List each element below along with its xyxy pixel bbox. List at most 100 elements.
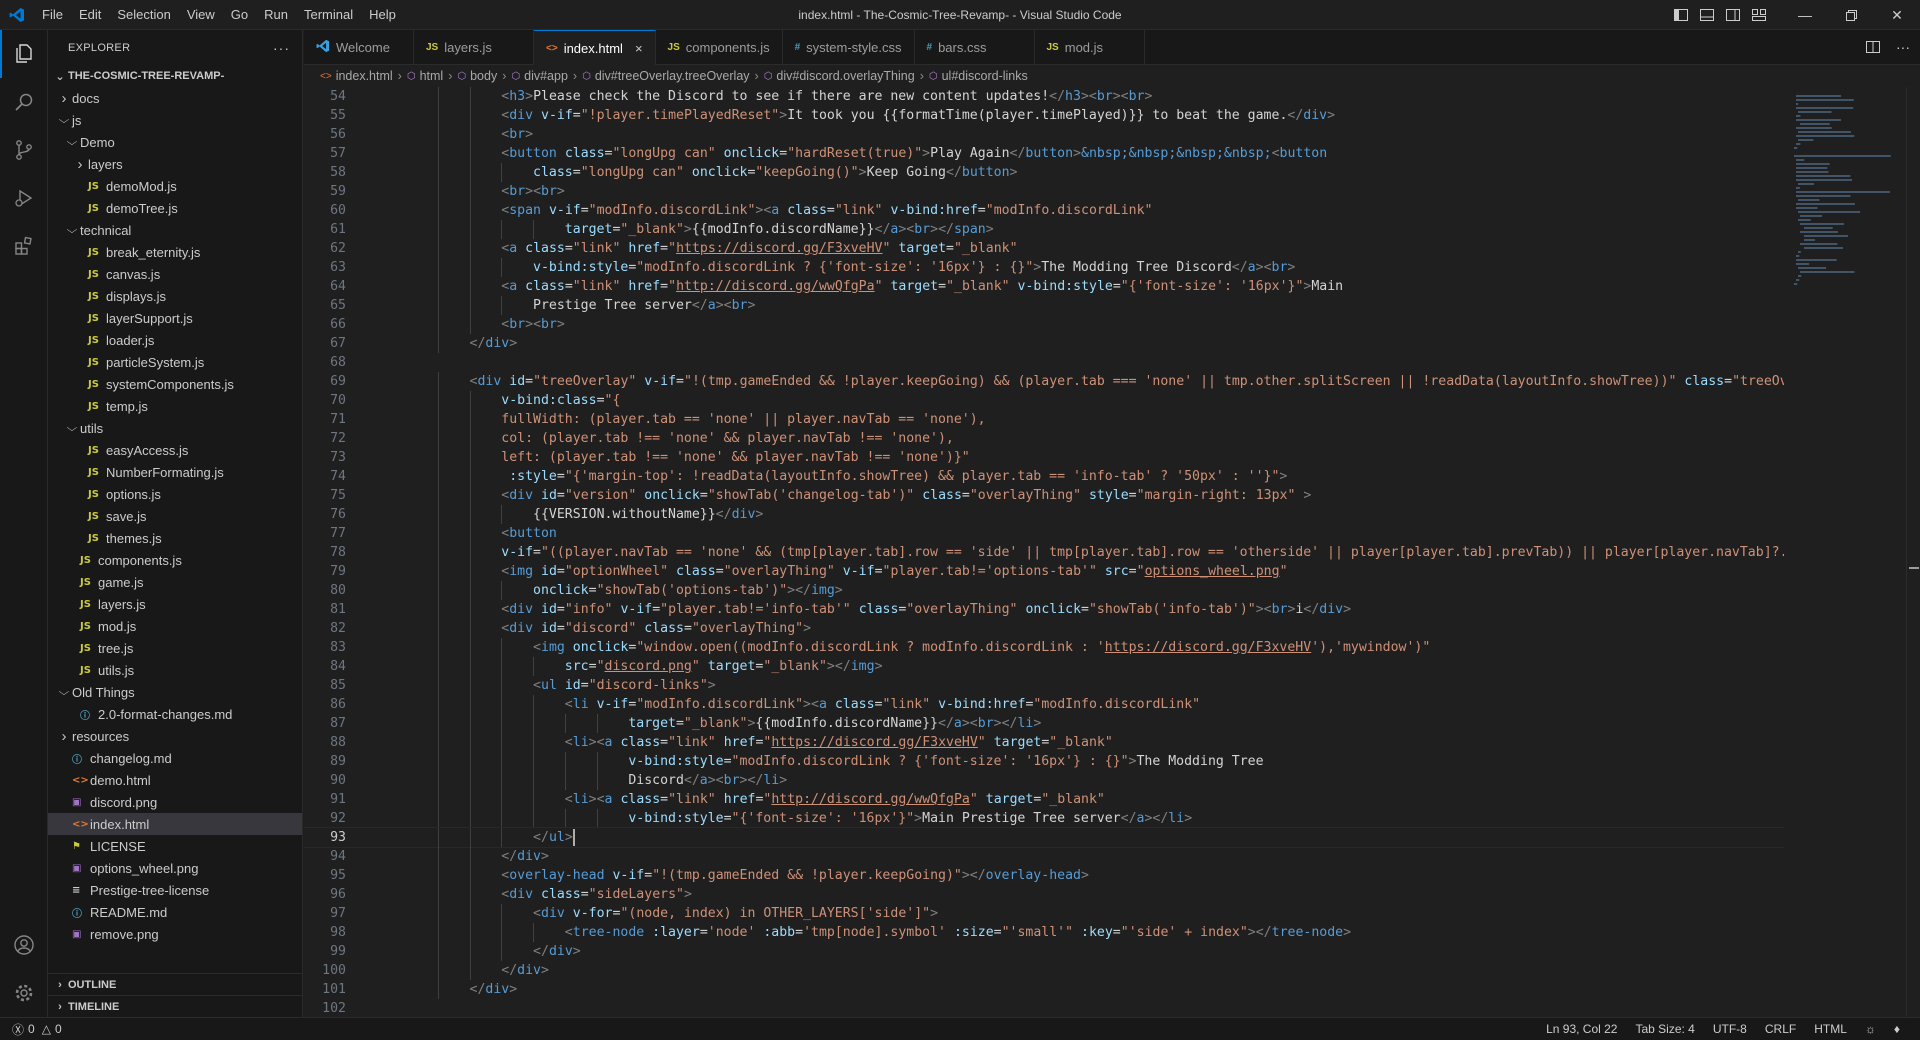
code-line[interactable]: 90 Discord</a><br></li> [304,771,1784,790]
menu-edit[interactable]: Edit [71,0,109,30]
cursor-position[interactable]: Ln 93, Col 22 [1546,1022,1617,1036]
code-line[interactable]: 88 <li><a class="link" href="https://dis… [304,733,1784,752]
notifications-bell-icon[interactable]: ♦ [1894,1022,1900,1036]
menu-view[interactable]: View [179,0,223,30]
code-line[interactable]: 93 </ul> [304,827,1784,848]
problems-indicator[interactable]: Ⓧ 0 △ 0 [0,1021,62,1038]
file-item[interactable]: JS game.js [48,571,302,593]
code-line[interactable]: 99 </div> [304,942,1784,961]
code-line[interactable]: 60 <span v-if="modInfo.discordLink"><a c… [304,201,1784,220]
code-line[interactable]: 77 <button [304,524,1784,543]
folder-item[interactable]: ⌵ technical [48,219,302,241]
close-window-button[interactable]: ✕ [1874,0,1920,30]
folder-item[interactable]: ⌵ js [48,109,302,131]
code-line[interactable]: 84 src="discord.png" target="_blank"></i… [304,657,1784,676]
file-item[interactable]: ▣ remove.png [48,923,302,945]
menu-selection[interactable]: Selection [109,0,178,30]
file-item[interactable]: JS options.js [48,483,302,505]
explorer-more-actions-icon[interactable]: ··· [273,40,290,56]
search-icon[interactable] [0,78,48,126]
breadcrumb-item[interactable]: ⬡ html [407,69,443,83]
accounts-icon[interactable] [0,921,48,969]
file-item[interactable]: JS break_eternity.js [48,241,302,263]
file-item[interactable]: JS themes.js [48,527,302,549]
tab-index-html[interactable]: <> index.html × [534,30,656,65]
file-item[interactable]: <> demo.html [48,769,302,791]
code-line[interactable]: 82 <div id="discord" class="overlayThing… [304,619,1784,638]
breadcrumb-item[interactable]: ⬡ ul#discord-links [929,69,1028,83]
file-item[interactable]: <> index.html [48,813,302,835]
code-line[interactable]: 97 <div v-for="(node, index) in OTHER_LA… [304,904,1784,923]
close-tab-icon[interactable]: × [635,41,643,56]
file-item[interactable]: JS loader.js [48,329,302,351]
folder-item[interactable]: ⌵ utils [48,417,302,439]
code-line[interactable]: 57 <button class="longUpg can" onclick="… [304,144,1784,163]
explorer-icon[interactable] [0,30,48,78]
outline-section[interactable]: › OUTLINE [48,973,303,995]
manage-gear-icon[interactable] [0,969,48,1017]
file-item[interactable]: ≡ Prestige-tree-license [48,879,302,901]
menu-run[interactable]: Run [256,0,296,30]
end-of-line[interactable]: CRLF [1765,1022,1796,1036]
menu-help[interactable]: Help [361,0,404,30]
menu-terminal[interactable]: Terminal [296,0,361,30]
code-line[interactable]: 74 :style="{'margin-top': !readData(layo… [304,467,1784,486]
file-item[interactable]: JS save.js [48,505,302,527]
menu-go[interactable]: Go [223,0,256,30]
code-line[interactable]: 66 <br><br> [304,315,1784,334]
file-item[interactable]: JS temp.js [48,395,302,417]
code-line[interactable]: 100 </div> [304,961,1784,980]
timeline-section[interactable]: › TIMELINE [48,995,303,1017]
file-item[interactable]: JS mod.js [48,615,302,637]
code-line[interactable]: 102 [304,999,1784,1017]
code-line[interactable]: 63 v-bind:style="modInfo.discordLink ? {… [304,258,1784,277]
file-item[interactable]: JS displays.js [48,285,302,307]
toggle-primary-sidebar-icon[interactable] [1668,0,1694,30]
folder-item[interactable]: › docs [48,87,302,109]
file-item[interactable]: JS tree.js [48,637,302,659]
file-item[interactable]: JS NumberFormating.js [48,461,302,483]
tab-welcome[interactable]: Welcome [304,30,414,65]
breadcrumb-item[interactable]: ⬡ div#app [511,69,568,83]
file-item[interactable]: JS systemComponents.js [48,373,302,395]
code-line[interactable]: 71 fullWidth: (player.tab == 'none' || p… [304,410,1784,429]
code-line[interactable]: 72 col: (player.tab !== 'none' && player… [304,429,1784,448]
explorer-root-folder[interactable]: ⌄ THE-COSMIC-TREE-REVAMP- [48,65,302,87]
file-item[interactable]: ⓘ 2.0-format-changes.md [48,703,302,725]
more-actions-icon[interactable]: ··· [1886,32,1920,62]
code-line[interactable]: 75 <div id="version" onclick="showTab('c… [304,486,1784,505]
code-line[interactable]: 81 <div id="info" v-if="player.tab!='inf… [304,600,1784,619]
run-debug-icon[interactable] [0,174,48,222]
code-line[interactable]: 95 <overlay-head v-if="!(tmp.gameEnded &… [304,866,1784,885]
tab-system-style-css[interactable]: # system-style.css [783,30,915,65]
code-line[interactable]: 73 left: (player.tab !== 'none' && playe… [304,448,1784,467]
minimize-button[interactable]: — [1782,0,1828,30]
code-line[interactable]: 59 <br><br> [304,182,1784,201]
breadcrumb-item[interactable]: ⬡ div#treeOverlay.treeOverlay [582,69,749,83]
code-line[interactable]: 89 v-bind:style="modInfo.discordLink ? {… [304,752,1784,771]
vscode-logo-icon[interactable] [0,0,34,30]
code-line[interactable]: 58 class="longUpg can" onclick="keepGoin… [304,163,1784,182]
code-line[interactable]: 79 <img id="optionWheel" class="overlayT… [304,562,1784,581]
code-line[interactable]: 56 <br> [304,125,1784,144]
file-item[interactable]: ⚑ LICENSE [48,835,302,857]
file-item[interactable]: JS demoMod.js [48,175,302,197]
file-item[interactable]: JS demoTree.js [48,197,302,219]
encoding[interactable]: UTF-8 [1713,1022,1747,1036]
code-line[interactable]: 92 v-bind:style="{'font-size': '16px'}">… [304,809,1784,828]
code-line[interactable]: 54 <h3>Please check the Discord to see i… [304,87,1784,106]
tab-components-js[interactable]: JS components.js [656,30,783,65]
tab-bars-css[interactable]: # bars.css [915,30,1035,65]
breadcrumb-item[interactable]: ⬡ div#discord.overlayThing [764,69,915,83]
toggle-secondary-sidebar-icon[interactable] [1720,0,1746,30]
code-line[interactable]: 83 <img onclick="window.open((modInfo.di… [304,638,1784,657]
code-line[interactable]: 68 [304,353,1784,372]
file-item[interactable]: JS layers.js [48,593,302,615]
file-item[interactable]: ▣ options_wheel.png [48,857,302,879]
code-line[interactable]: 55 <div v-if="!player.timePlayedReset">I… [304,106,1784,125]
language-mode[interactable]: HTML [1814,1022,1847,1036]
code-line[interactable]: 80 onclick="showTab('options-tab')"></im… [304,581,1784,600]
file-item[interactable]: JS easyAccess.js [48,439,302,461]
menu-file[interactable]: File [34,0,71,30]
code-line[interactable]: 98 <tree-node :layer='node' :abb='tmp[no… [304,923,1784,942]
